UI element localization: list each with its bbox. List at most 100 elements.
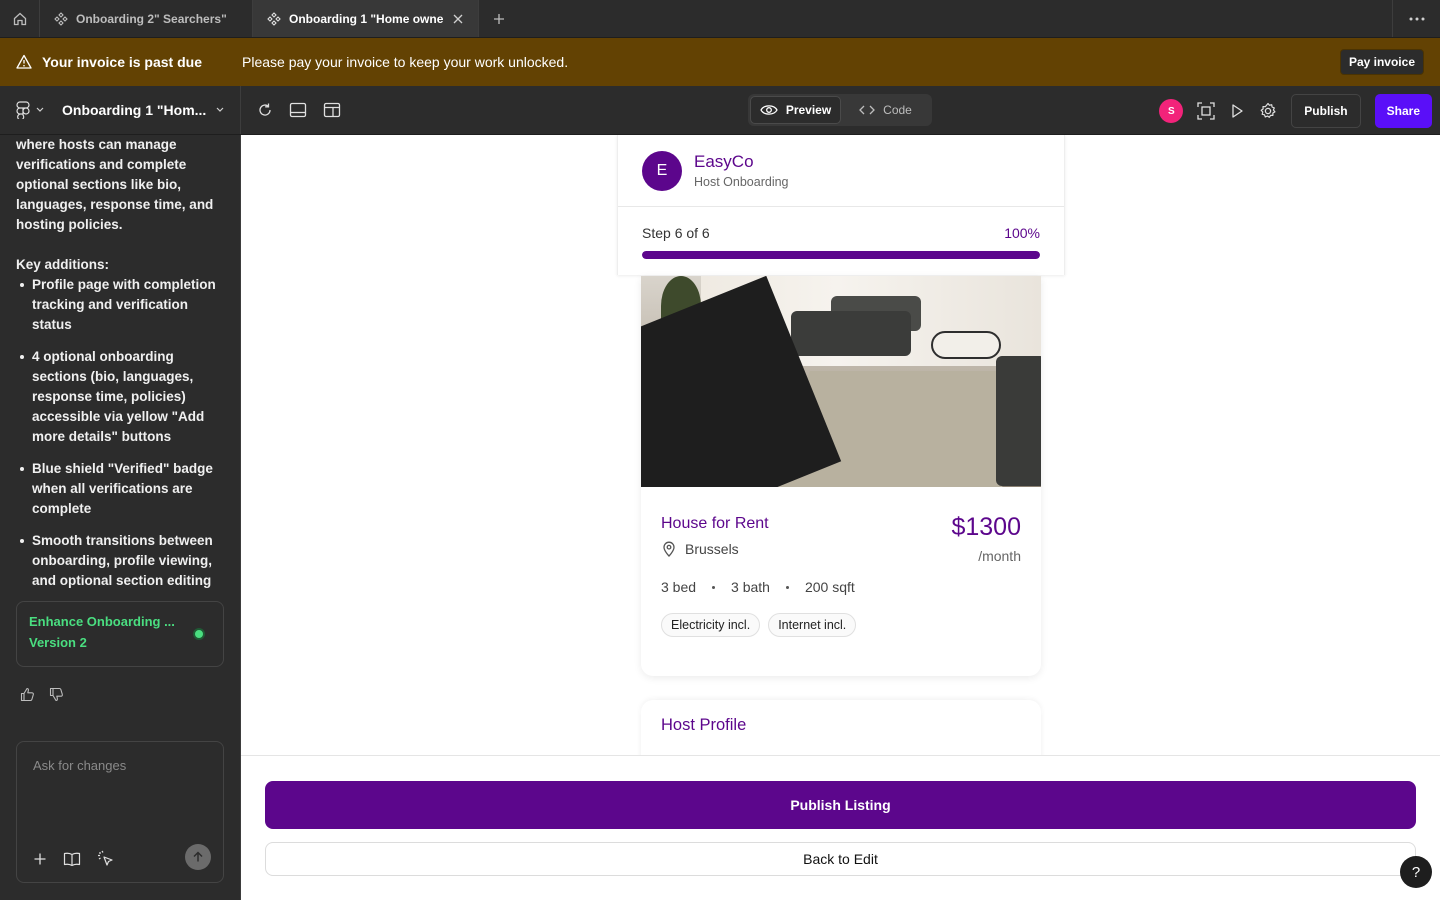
assistant-message: where hosts can manage verifications and… [0,135,240,591]
version-title: Enhance Onboarding ... [29,614,175,629]
tab-spacer [519,0,1392,37]
version-number: Version 2 [29,635,87,650]
project-name: Onboarding 1 "Hom... [62,102,207,118]
home-tab[interactable] [0,0,40,37]
tab-label: Onboarding 1 "Home owner" [289,11,444,26]
more-options-button[interactable] [1392,0,1440,37]
code-label: Code [883,103,912,117]
photo-armchair [996,356,1041,486]
eye-icon [760,104,778,116]
list-item: Smooth transitions between onboarding, p… [20,531,224,591]
more-horizontal-icon [1409,17,1425,21]
preview-canvas: E EasyCo Host Onboarding Step 6 of 6 100… [241,135,1440,755]
tab-onboarding-1[interactable]: Onboarding 1 "Home owner" [253,0,479,37]
photo-sofa [791,311,911,356]
key-additions-heading: Key additions: [16,257,110,272]
listing-card: House for Rent Brussels $1300 /month 3 b… [641,276,1041,676]
amenity-tags: Electricity incl. Internet incl. [661,613,1021,637]
view-controls [257,102,341,118]
listing-specs: 3 bed 3 bath 200 sqft [661,579,1021,595]
chat-composer [16,741,224,883]
key-additions-list: Profile page with completion tracking an… [16,275,224,591]
price-amount: $1300 [951,513,1021,541]
host-profile-title: Host Profile [661,716,747,734]
location-text: Brussels [685,541,739,557]
spec-baths: 3 bath [731,579,770,595]
plus-icon [493,13,505,25]
listing-price: $1300 /month [951,513,1021,564]
host-profile-card: Host Profile [641,700,1041,755]
progress-fill [642,251,1040,259]
avatar[interactable]: S [1159,99,1184,123]
brand-name: EasyCo [694,152,754,171]
active-status-dot [193,628,205,640]
chat-sidebar: where hosts can manage verifications and… [0,135,241,900]
step-percent: 100% [1004,225,1040,241]
brand-logo: E [642,150,682,191]
spec-separator [785,585,789,589]
spec-beds: 3 bed [661,579,697,595]
spec-separator [712,585,716,589]
spec-area: 200 sqft [804,579,855,595]
banner-message: Please pay your invoice to keep your wor… [242,54,569,70]
bottom-actions: Publish Listing Back to Edit ? [241,755,1440,900]
listing-photo [641,276,1041,487]
ask-input[interactable] [33,758,209,773]
book-icon[interactable] [63,852,81,866]
home-icon [12,11,28,27]
tab-label: Onboarding 2" Searchers" [76,11,227,26]
publish-listing-button[interactable]: Publish Listing [265,781,1416,829]
plus-icon[interactable] [33,852,47,866]
list-item: Profile page with completion tracking an… [20,275,224,335]
preview-code-toggle: Preview Code [748,94,932,126]
map-pin-icon [661,541,677,557]
onboarding-header: E EasyCo Host Onboarding Step 6 of 6 100… [617,135,1065,275]
brand-subtitle: Host Onboarding [694,175,789,189]
price-period: /month [978,548,1021,564]
pay-invoice-button[interactable]: Pay invoice [1339,49,1424,75]
feedback-controls [20,687,64,702]
amenity-tag: Internet incl. [768,613,857,637]
list-item: Blue shield "Verified" badge when all ve… [20,459,224,519]
toolbar-actions: S Publish Share [1159,94,1432,128]
code-tab[interactable]: Code [841,96,930,124]
refresh-icon[interactable] [257,102,273,118]
chevron-down-icon [36,107,44,113]
help-button[interactable]: ? [1400,856,1432,888]
step-indicator: Step 6 of 6 100% [618,207,1064,241]
preview-tab[interactable]: Preview [750,96,841,124]
invoice-banner: Your invoice is past due Please pay your… [0,38,1440,86]
warning-icon [16,54,32,70]
arrow-up-icon [192,851,204,863]
thumbs-down-icon[interactable] [49,687,64,702]
figma-component-icon [54,11,68,26]
version-card[interactable]: Enhance Onboarding ... Version 2 [16,601,224,667]
message-intro: where hosts can manage verifications and… [16,137,214,232]
project-menu[interactable]: Onboarding 1 "Hom... [0,86,241,134]
listing-details: House for Rent Brussels $1300 /month 3 b… [641,487,1041,637]
thumbs-up-icon[interactable] [20,687,35,702]
select-cursor-icon[interactable] [97,850,115,868]
chevron-down-icon [216,107,224,113]
inspect-icon[interactable] [1197,102,1215,120]
tab-onboarding-2[interactable]: Onboarding 2" Searchers" [40,0,253,37]
share-button[interactable]: Share [1374,94,1432,128]
close-icon[interactable] [452,13,464,25]
brand-header: E EasyCo Host Onboarding [618,135,1064,207]
send-button[interactable] [185,844,211,870]
preview-label: Preview [785,103,832,117]
layout-split-icon[interactable] [323,102,341,118]
play-icon[interactable] [1229,103,1245,119]
tab-bar: Onboarding 2" Searchers" Onboarding 1 "H… [0,0,1440,38]
publish-button[interactable]: Publish [1291,94,1361,128]
settings-gear-icon[interactable] [1259,102,1277,120]
new-tab-button[interactable] [479,0,519,37]
list-item: 4 optional onboarding sections (bio, lan… [20,347,224,447]
composer-tools [33,850,115,868]
editor-toolbar: Onboarding 1 "Hom... Preview Code S Publ… [0,86,1440,135]
progress-bar [642,251,1040,259]
amenity-tag: Electricity incl. [661,613,761,637]
layout-bottom-panel-icon[interactable] [289,102,307,118]
brand-text: EasyCo Host Onboarding [694,152,789,189]
back-to-edit-button[interactable]: Back to Edit [265,842,1416,876]
